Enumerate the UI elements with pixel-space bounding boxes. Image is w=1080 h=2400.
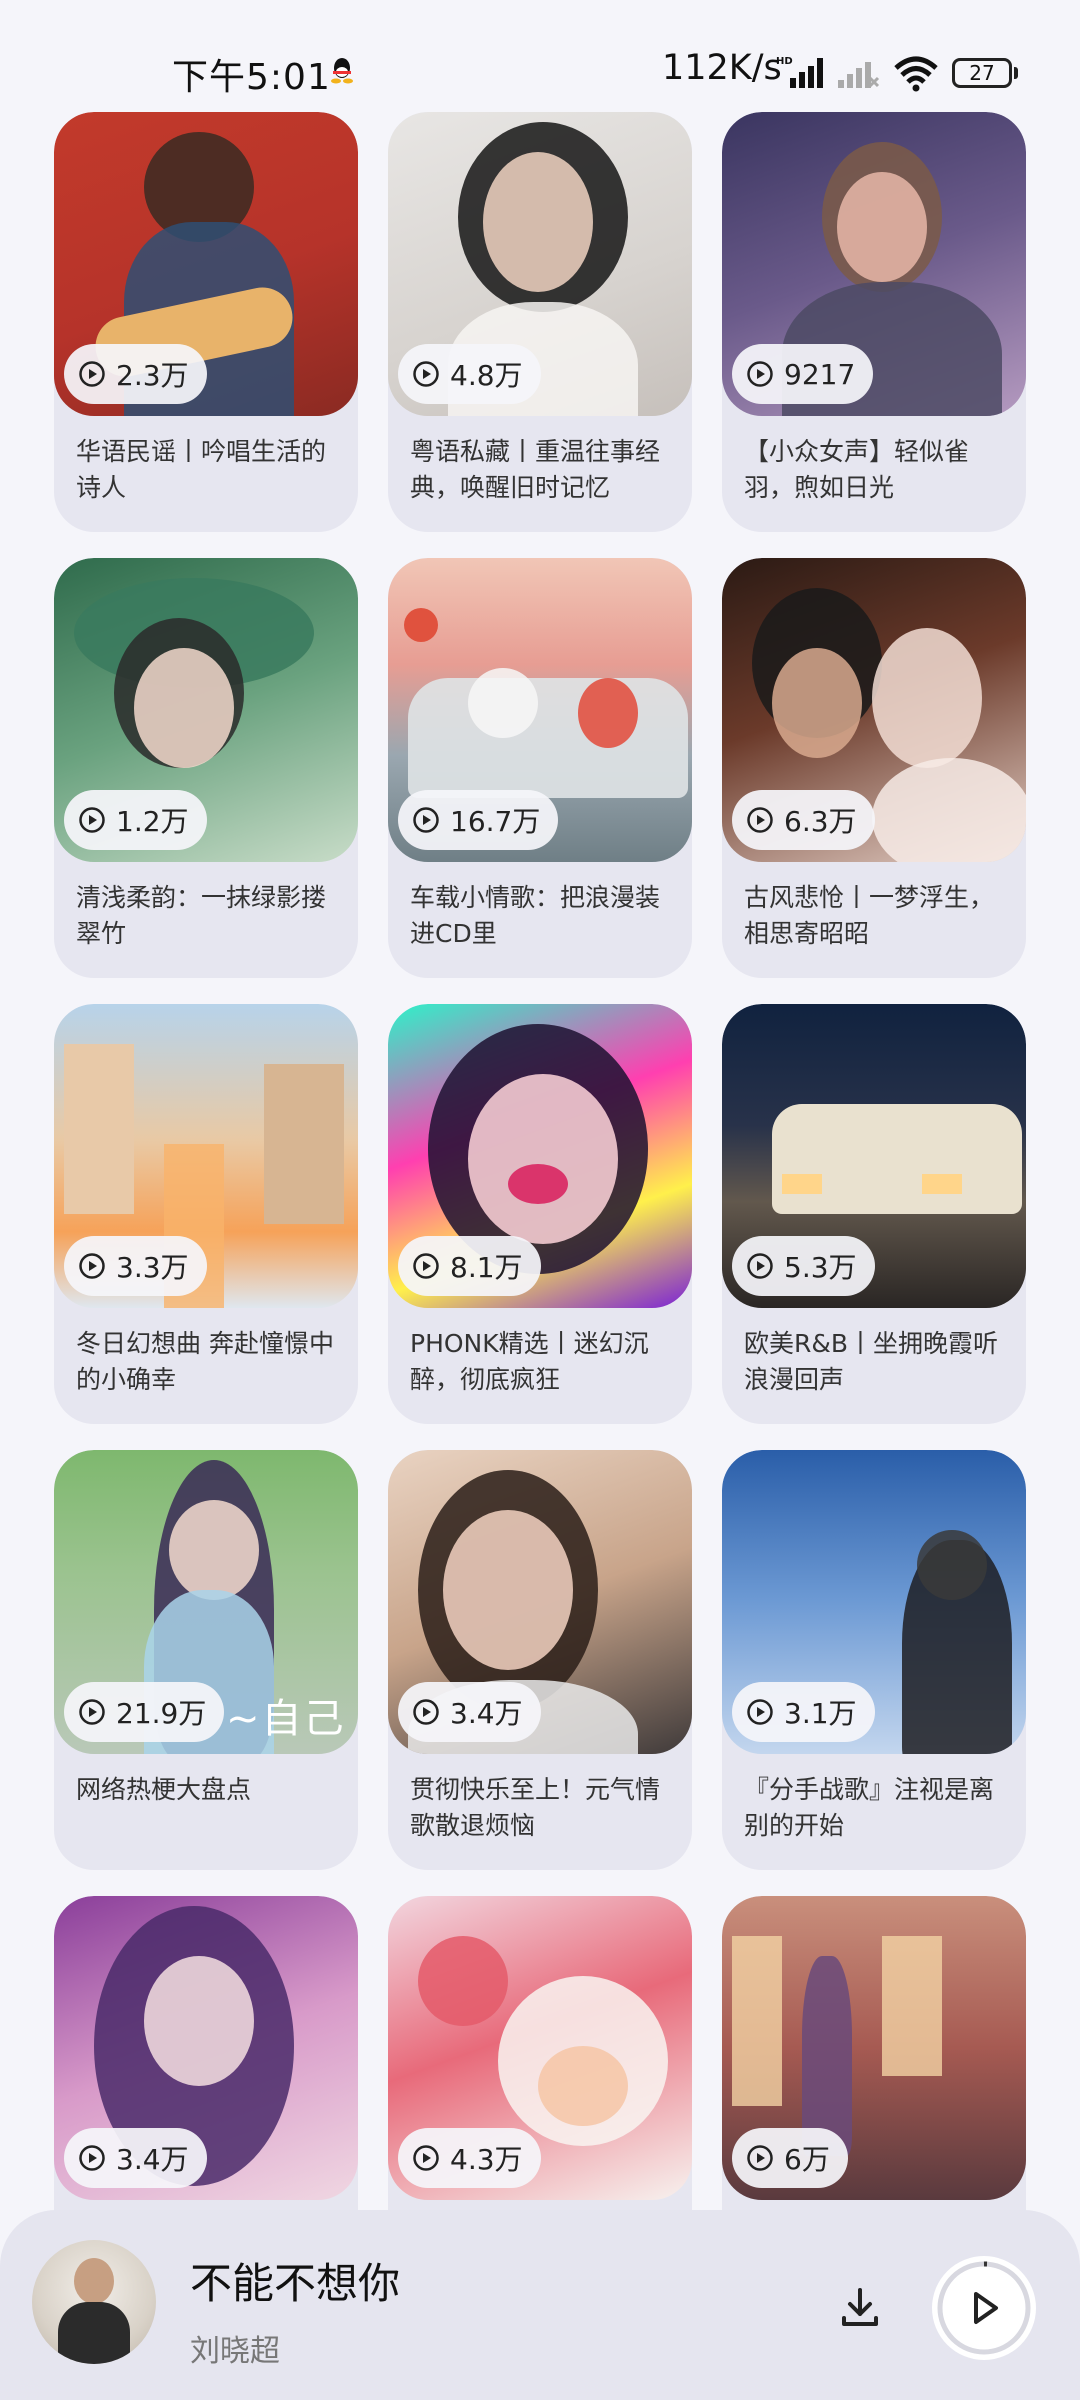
wifi-icon (894, 56, 938, 92)
play-count-badge: 3.4万 (398, 1682, 541, 1742)
play-circle-icon (747, 2145, 773, 2171)
svg-text:HD: HD (776, 56, 793, 67)
now-playing-title: 不能不想你 (190, 2259, 401, 2308)
mini-player[interactable]: 不能不想你 刘晓超 (0, 2210, 1080, 2400)
play-count-badge: 6.3万 (732, 790, 875, 850)
status-time: 下午5:01 (172, 57, 331, 98)
play-count-badge: 21.9万 (64, 1682, 225, 1742)
cellular-signal-hd-icon: HD (776, 56, 823, 88)
play-count: 6万 (784, 2143, 830, 2176)
playlist-title: 华语民谣丨吟唱生活的诗人 (76, 437, 327, 502)
play-count-badge: 3.1万 (732, 1682, 875, 1742)
playlist-card[interactable]: 16.7万 车载小情歌：把浪漫装进CD里 (388, 558, 692, 978)
play-circle-icon (79, 1253, 105, 1279)
play-count: 3.1万 (784, 1697, 857, 1730)
play-circle-icon (413, 1253, 439, 1279)
network-speed: 112K/s (662, 48, 782, 88)
playlist-card[interactable]: 3.1万 『分手战歌』注视是离别的开始 (722, 1450, 1026, 1870)
playlist-card[interactable]: 1.2万 清浅柔韵：一抹绿影搂翠竹 (54, 558, 358, 978)
playlist-card[interactable]: 3.4万 贯彻快乐至上！元气情歌散退烦恼 (388, 1450, 692, 1870)
play-count: 9217 (784, 357, 856, 391)
play-count-badge: 16.7万 (398, 790, 559, 850)
status-bar: 下午5:01 112K/s HD 27 (0, 0, 1080, 110)
playlist-card[interactable]: 3.3万 冬日幻想曲 奔赴憧憬中的小确幸 (54, 1004, 358, 1424)
play-count: 3.4万 (450, 1697, 523, 1730)
playlist-title: PHONK精选丨迷幻沉醉，彻底疯狂 (410, 1329, 649, 1394)
playlist-card[interactable]: ~自己~ 21.9万 网络热梗大盘点 (54, 1450, 358, 1870)
play-count-badge: 4.8万 (398, 344, 541, 404)
playlist-title: 贯彻快乐至上！元气情歌散退烦恼 (410, 1775, 661, 1840)
play-count: 21.9万 (116, 1697, 207, 1730)
play-circle-icon (413, 807, 439, 833)
play-count-badge: 2.3万 (64, 344, 207, 404)
now-playing-artist: 刘晓超 (190, 2334, 280, 2369)
play-count: 3.4万 (116, 2143, 189, 2176)
play-count: 2.3万 (116, 359, 189, 392)
play-count: 5.3万 (784, 1251, 857, 1284)
play-count-badge: 8.1万 (398, 1236, 541, 1296)
playlist-title: 『分手战歌』注视是离别的开始 (744, 1775, 995, 1840)
play-circle-icon (747, 1253, 773, 1279)
playlist-title: 欧美R&B丨坐拥晚霞听浪漫回声 (744, 1329, 999, 1394)
play-circle-icon (79, 1699, 105, 1725)
play-circle-icon (79, 361, 105, 387)
playlist-card[interactable]: 5.3万 欧美R&B丨坐拥晚霞听浪漫回声 (722, 1004, 1026, 1424)
play-icon (937, 2261, 1031, 2355)
play-button[interactable] (932, 2256, 1036, 2360)
download-icon[interactable] (836, 2284, 884, 2332)
playlist-title: 清浅柔韵：一抹绿影搂翠竹 (76, 883, 327, 948)
play-circle-icon (413, 2145, 439, 2171)
play-count-badge: 5.3万 (732, 1236, 875, 1296)
playlist-card[interactable]: 4.8万 粤语私藏丨重温往事经典，唤醒旧时记忆 (388, 112, 692, 532)
play-circle-icon (747, 1699, 773, 1725)
cellular-signal-2-icon (838, 62, 880, 88)
playlist-card[interactable]: 6.3万 古风悲怆丨一梦浮生，相思寄昭昭 (722, 558, 1026, 978)
battery-level: 27 (969, 61, 995, 85)
play-count-badge: 3.3万 (64, 1236, 207, 1296)
playlist-title: 【小众女声】轻似雀羽，煦如日光 (744, 437, 970, 502)
play-count: 16.7万 (450, 805, 541, 838)
playlist-title: 网络热梗大盘点 (76, 1775, 252, 1804)
playlist-card[interactable]: 8.1万 PHONK精选丨迷幻沉醉，彻底疯狂 (388, 1004, 692, 1424)
play-count-badge: 9217 (732, 344, 874, 404)
play-count: 8.1万 (450, 1251, 523, 1284)
play-count-badge: 3.4万 (64, 2128, 207, 2188)
playlist-card[interactable]: 9217 【小众女声】轻似雀羽，煦如日光 (722, 112, 1026, 532)
play-count: 3.3万 (116, 1251, 189, 1284)
battery-indicator: 27 (952, 58, 1018, 88)
play-circle-icon (79, 807, 105, 833)
play-count-badge: 4.3万 (398, 2128, 541, 2188)
playlist-title: 车载小情歌：把浪漫装进CD里 (410, 883, 661, 948)
play-count-badge: 1.2万 (64, 790, 207, 850)
qq-icon (331, 58, 353, 84)
play-count: 1.2万 (116, 805, 189, 838)
play-count: 4.3万 (450, 2143, 523, 2176)
cover-caption: ~自己~ (226, 1696, 346, 1754)
play-count: 6.3万 (784, 805, 857, 838)
album-art[interactable] (32, 2240, 156, 2364)
play-circle-icon (413, 1699, 439, 1725)
play-circle-icon (747, 807, 773, 833)
play-count-badge: 6万 (732, 2128, 848, 2188)
playlist-title: 粤语私藏丨重温往事经典，唤醒旧时记忆 (410, 437, 661, 502)
playlist-card[interactable]: 2.3万 华语民谣丨吟唱生活的诗人 (54, 112, 358, 532)
playlist-title: 古风悲怆丨一梦浮生，相思寄昭昭 (744, 883, 995, 948)
play-circle-icon (413, 361, 439, 387)
playlist-title: 冬日幻想曲 奔赴憧憬中的小确幸 (76, 1329, 334, 1394)
play-count: 4.8万 (450, 359, 523, 392)
play-circle-icon (747, 361, 773, 387)
play-circle-icon (79, 2145, 105, 2171)
